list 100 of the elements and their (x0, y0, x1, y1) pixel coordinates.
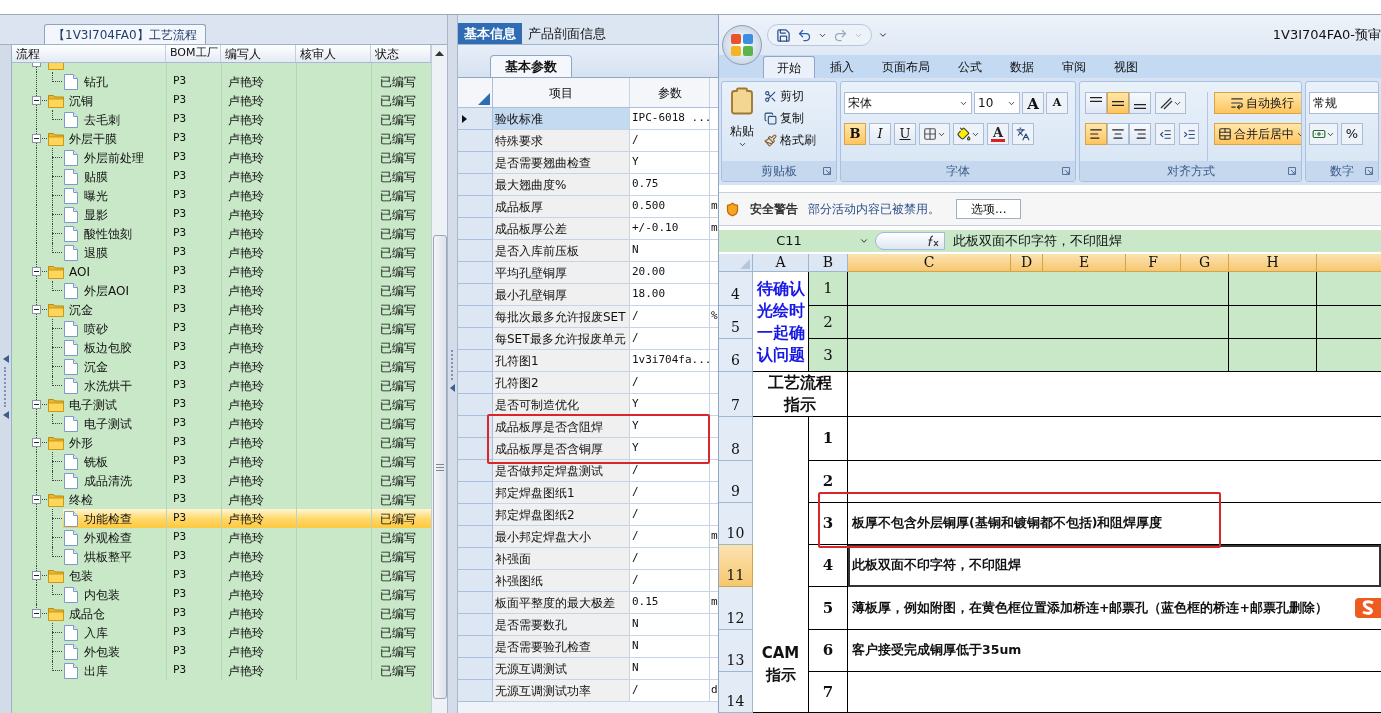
tree-row[interactable]: 外包装 P3 卢艳玲 已编写 (63, 642, 431, 661)
tab[interactable]: 基本信息 (458, 23, 522, 44)
tree-row[interactable]: 外形 P3 卢艳玲 已编写 (32, 433, 431, 452)
dialog-launcher-icon[interactable] (1062, 167, 1070, 175)
collapse-toggle[interactable] (32, 134, 41, 143)
tree-row[interactable]: 电子测试 P3 卢艳玲 已编写 (32, 395, 431, 414)
column-header[interactable]: F (1126, 254, 1181, 272)
instruction-cell[interactable]: 此板双面不印字符，不印阻焊 (848, 545, 1381, 587)
collapse-arrow-icon[interactable] (2, 355, 9, 363)
collapse-toggle[interactable] (32, 267, 41, 276)
sheet-cell[interactable] (1317, 339, 1381, 372)
tree-row[interactable]: 电子测试 P3 卢艳玲 已编写 (63, 414, 431, 433)
vertical-align-button[interactable] (1107, 92, 1129, 114)
column-header[interactable]: G (1181, 254, 1229, 272)
tree-row[interactable]: 沉金 P3 卢艳玲 已编写 (32, 300, 431, 319)
tree-row[interactable]: 沉铜 P3 卢艳玲 已编写 (32, 91, 431, 110)
sheet-cell[interactable] (1229, 306, 1317, 339)
tree-row[interactable]: 退膜 P3 卢艳玲 已编写 (63, 243, 431, 262)
column-header[interactable]: C (848, 254, 1011, 272)
subtab[interactable]: 基本参数 (490, 55, 572, 77)
column-header[interactable]: D (1011, 254, 1043, 272)
instruction-cell[interactable]: 板厚不包含外层铜厚(基铜和镀铜都不包括)和阻焊厚度 (848, 503, 1381, 545)
name-box[interactable]: C11 (719, 231, 859, 251)
sheet-cell[interactable] (1317, 306, 1381, 339)
instruction-cell[interactable]: 客户接受完成铜厚低于35um (848, 630, 1381, 672)
orientation-button[interactable] (1155, 92, 1186, 114)
ribbon-tab[interactable]: 页面布局 (869, 56, 943, 78)
tree-row[interactable]: 去毛刺 P3 卢艳玲 已编写 (63, 110, 431, 129)
collapse-toggle[interactable] (32, 400, 41, 409)
wrap-text-button[interactable]: 自动换行 (1214, 92, 1301, 114)
column-header[interactable]: H (1229, 254, 1317, 272)
row-header[interactable]: 7 (719, 372, 753, 417)
caret-icon[interactable] (859, 236, 869, 246)
instruction-cell[interactable]: 薄板厚，例如附图，在黄色框位置添加桥连+邮票孔（蓝色框的桥连+邮票孔删除） (848, 587, 1381, 630)
tree-row[interactable]: 外层干膜 P3 卢艳玲 已编写 (32, 129, 431, 148)
tree-row[interactable]: 出库 P3 卢艳玲 已编写 (63, 661, 431, 680)
horizontal-align-button[interactable] (1129, 123, 1151, 145)
row-header[interactable]: 11 (719, 545, 753, 587)
tab[interactable]: 产品剖面信息 (522, 23, 612, 44)
select-all-icon[interactable] (478, 93, 490, 105)
ribbon-tab[interactable]: 审阅 (1049, 56, 1099, 78)
sheet-cell[interactable] (1229, 272, 1317, 306)
tree-row[interactable]: 钻孔 P3 卢艳玲 已编写 (63, 72, 431, 91)
collapse-toggle[interactable] (32, 495, 41, 504)
row-header[interactable]: 5 (719, 306, 753, 339)
collapse-toggle[interactable] (32, 609, 41, 618)
column-header[interactable]: B (809, 254, 848, 272)
ribbon-tab[interactable]: 插入 (817, 56, 867, 78)
tree-row[interactable]: 成品仓 P3 卢艳玲 已编写 (32, 604, 431, 623)
tree-row[interactable]: 喷砂 P3 卢艳玲 已编写 (63, 319, 431, 338)
tree-row[interactable]: 曝光 P3 卢艳玲 已编写 (63, 186, 431, 205)
font-name-field[interactable]: 宋体 (844, 92, 972, 114)
increase-indent-button[interactable] (1179, 123, 1199, 145)
borders-button[interactable] (919, 123, 950, 145)
ribbon-tab[interactable]: 数据 (997, 56, 1047, 78)
dialog-launcher-icon[interactable] (1288, 167, 1296, 175)
column-header[interactable]: 项目 (493, 78, 630, 107)
format-painter-button[interactable]: 格式刷 (764, 131, 816, 149)
collapse-toggle[interactable] (32, 438, 41, 447)
function-icon[interactable] (926, 235, 940, 247)
dialog-launcher-icon[interactable] (823, 167, 831, 175)
collapse-arrow-icon[interactable] (2, 411, 9, 419)
column-header[interactable]: 核审人 (296, 45, 371, 62)
tree-row[interactable]: 外层AOI P3 卢艳玲 已编写 (63, 281, 431, 300)
grow-font-button[interactable]: A (1022, 92, 1044, 114)
tree-row[interactable]: 铣板 P3 卢艳玲 已编写 (63, 452, 431, 471)
tree-row[interactable]: 贴膜 P3 卢艳玲 已编写 (63, 167, 431, 186)
row-header[interactable]: 8 (719, 417, 753, 461)
tree-row[interactable]: 功能检查 P3 卢艳玲 已编写 (63, 509, 431, 528)
office-button[interactable] (722, 25, 762, 65)
scrollbar[interactable] (431, 45, 447, 713)
tree-row[interactable]: 成品清洗 P3 卢艳玲 已编写 (63, 471, 431, 490)
input-method-icon[interactable] (1355, 597, 1381, 619)
sheet-cell[interactable] (1229, 339, 1317, 372)
shrink-font-button[interactable]: A (1046, 92, 1068, 114)
sheet-cell[interactable] (848, 272, 1229, 306)
paste-button[interactable]: 粘贴 (722, 82, 762, 161)
row-header[interactable]: 6 (719, 339, 753, 372)
cut-button[interactable]: 剪切 (764, 87, 816, 105)
vertical-align-button[interactable] (1085, 92, 1107, 114)
row-header[interactable]: 13 (719, 630, 753, 672)
column-header[interactable]: 流程 (12, 45, 166, 62)
tree-row[interactable]: 沉金 P3 卢艳玲 已编写 (63, 357, 431, 376)
collapse-toggle[interactable] (32, 96, 41, 105)
number-format-field[interactable]: 常规 (1309, 92, 1378, 114)
font-color-button[interactable]: A (987, 123, 1009, 145)
sheet-cell[interactable] (848, 306, 1229, 339)
sheet-cell[interactable] (1317, 272, 1381, 306)
horizontal-align-button[interactable] (1107, 123, 1129, 145)
row-header[interactable]: 10 (719, 503, 753, 545)
tree-row[interactable]: 酸性蚀刻 P3 卢艳玲 已编写 (63, 224, 431, 243)
tree-row[interactable]: 包装 P3 卢艳玲 已编写 (32, 566, 431, 585)
dialog-launcher-icon[interactable] (1365, 167, 1373, 175)
row-header[interactable]: 4 (719, 272, 753, 306)
font-size-field[interactable]: 10 (974, 92, 1020, 114)
scrollbar-thumb[interactable] (432, 235, 447, 699)
italic-button[interactable]: I (869, 123, 891, 145)
tree-row[interactable]: 外层前处理 P3 卢艳玲 已编写 (63, 148, 431, 167)
ribbon-tab[interactable]: 视图 (1101, 56, 1151, 78)
tree-row[interactable]: 入库 P3 卢艳玲 已编写 (63, 623, 431, 642)
